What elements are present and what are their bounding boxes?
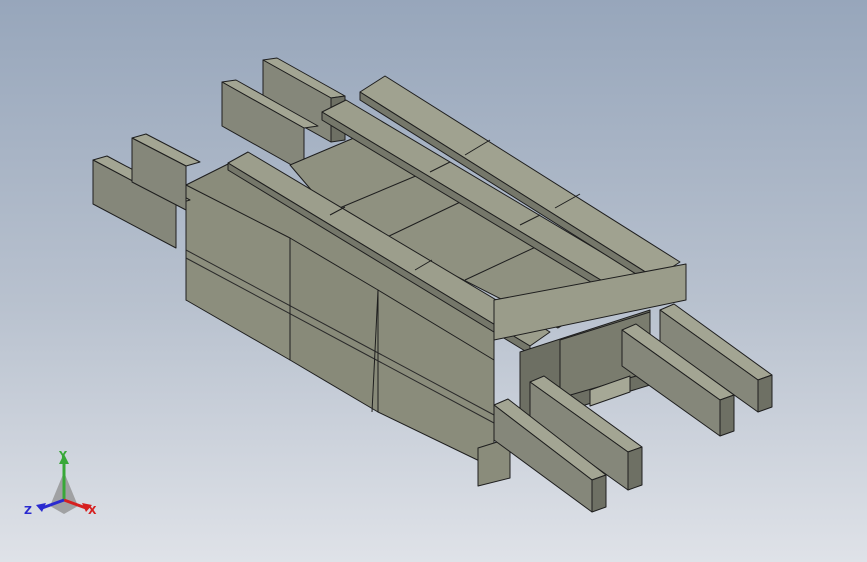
x-axis-label: X bbox=[88, 504, 97, 517]
z-axis-label: Z bbox=[24, 504, 32, 517]
reference-triad[interactable]: Y X Z bbox=[24, 448, 104, 528]
3d-model[interactable] bbox=[0, 0, 867, 562]
graphics-viewport[interactable]: Y X Z bbox=[0, 0, 867, 562]
y-axis-label: Y bbox=[59, 449, 67, 462]
